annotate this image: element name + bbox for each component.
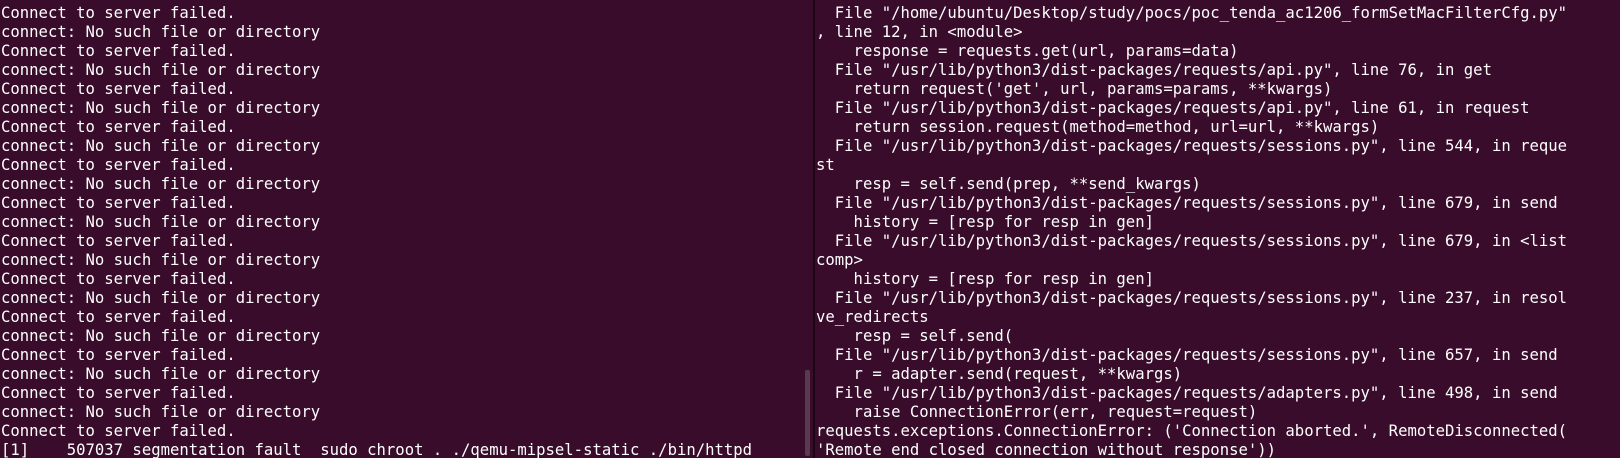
terminal-pane-right[interactable]: File "/home/ubuntu/Desktop/study/pocs/po… — [815, 0, 1620, 458]
terminal-line: Connect to server failed. — [1, 42, 236, 60]
terminal-line: Connect to server failed. — [1, 346, 236, 364]
terminal-window: Connect to server failed. connect: No suc… — [0, 0, 1620, 458]
terminal-line: Connect to server failed. — [1, 270, 236, 288]
terminal-line: history = [resp for resp in gen] — [816, 213, 1154, 231]
terminal-line: connect: No such file or directory — [1, 137, 321, 155]
terminal-line: connect: No such file or directory — [1, 289, 321, 307]
terminal-line: connect: No such file or directory — [1, 251, 321, 269]
right-output: File "/home/ubuntu/Desktop/study/pocs/po… — [815, 4, 1620, 458]
terminal-line: return request('get', url, params=params… — [816, 80, 1333, 98]
terminal-line: r = adapter.send(request, **kwargs) — [816, 365, 1183, 383]
terminal-line: comp> — [816, 251, 863, 269]
terminal-line: Connect to server failed. — [1, 194, 236, 212]
terminal-line: history = [resp for resp in gen] — [816, 270, 1154, 288]
terminal-line: 'Remote end closed connection without re… — [816, 441, 1277, 458]
terminal-line: ve_redirects — [816, 308, 929, 326]
terminal-line: raise ConnectionError(err, request=reque… — [816, 403, 1258, 421]
terminal-line: Connect to server failed. — [1, 232, 236, 250]
terminal-line: , line 12, in <module> — [816, 23, 1023, 41]
terminal-line: [1] 507037 segmentation fault sudo chroo… — [1, 441, 753, 458]
terminal-line: Connect to server failed. — [1, 384, 236, 402]
terminal-line: Connect to server failed. — [1, 308, 236, 326]
terminal-line: File "/usr/lib/python3/dist-packages/req… — [816, 61, 1492, 79]
left-output: Connect to server failed. connect: No suc… — [0, 4, 813, 458]
terminal-line: connect: No such file or directory — [1, 403, 321, 421]
terminal-line: connect: No such file or directory — [1, 327, 321, 345]
terminal-line: connect: No such file or directory — [1, 61, 321, 79]
terminal-line: connect: No such file or directory — [1, 365, 321, 383]
terminal-line: File "/usr/lib/python3/dist-packages/req… — [816, 137, 1568, 155]
terminal-line: response = requests.get(url, params=data… — [816, 42, 1239, 60]
terminal-line: connect: No such file or directory — [1, 213, 321, 231]
terminal-line: resp = self.send( — [816, 327, 1014, 345]
terminal-line: File "/usr/lib/python3/dist-packages/req… — [816, 289, 1568, 307]
terminal-line: Connect to server failed. — [1, 80, 236, 98]
terminal-line: requests.exceptions.ConnectionError: ('C… — [816, 422, 1568, 440]
terminal-line: return session.request(method=method, ur… — [816, 118, 1380, 136]
terminal-line: connect: No such file or directory — [1, 23, 321, 41]
terminal-line: File "/usr/lib/python3/dist-packages/req… — [816, 232, 1568, 250]
terminal-line: Connect to server failed. — [1, 156, 236, 174]
terminal-line: File "/home/ubuntu/Desktop/study/pocs/po… — [816, 4, 1568, 22]
terminal-line: File "/usr/lib/python3/dist-packages/req… — [816, 384, 1558, 402]
terminal-line: connect: No such file or directory — [1, 99, 321, 117]
terminal-line: Connect to server failed. — [1, 4, 236, 22]
left-scrollbar[interactable] — [805, 370, 810, 456]
terminal-line: Connect to server failed. — [1, 422, 236, 440]
terminal-line: connect: No such file or directory — [1, 175, 321, 193]
terminal-line: File "/usr/lib/python3/dist-packages/req… — [816, 346, 1558, 364]
terminal-line: st — [816, 156, 835, 174]
terminal-line: File "/usr/lib/python3/dist-packages/req… — [816, 194, 1558, 212]
terminal-pane-left[interactable]: Connect to server failed. connect: No suc… — [0, 0, 813, 458]
terminal-line: File "/usr/lib/python3/dist-packages/req… — [816, 99, 1530, 117]
terminal-line: Connect to server failed. — [1, 118, 236, 136]
terminal-line: resp = self.send(prep, **send_kwargs) — [816, 175, 1201, 193]
